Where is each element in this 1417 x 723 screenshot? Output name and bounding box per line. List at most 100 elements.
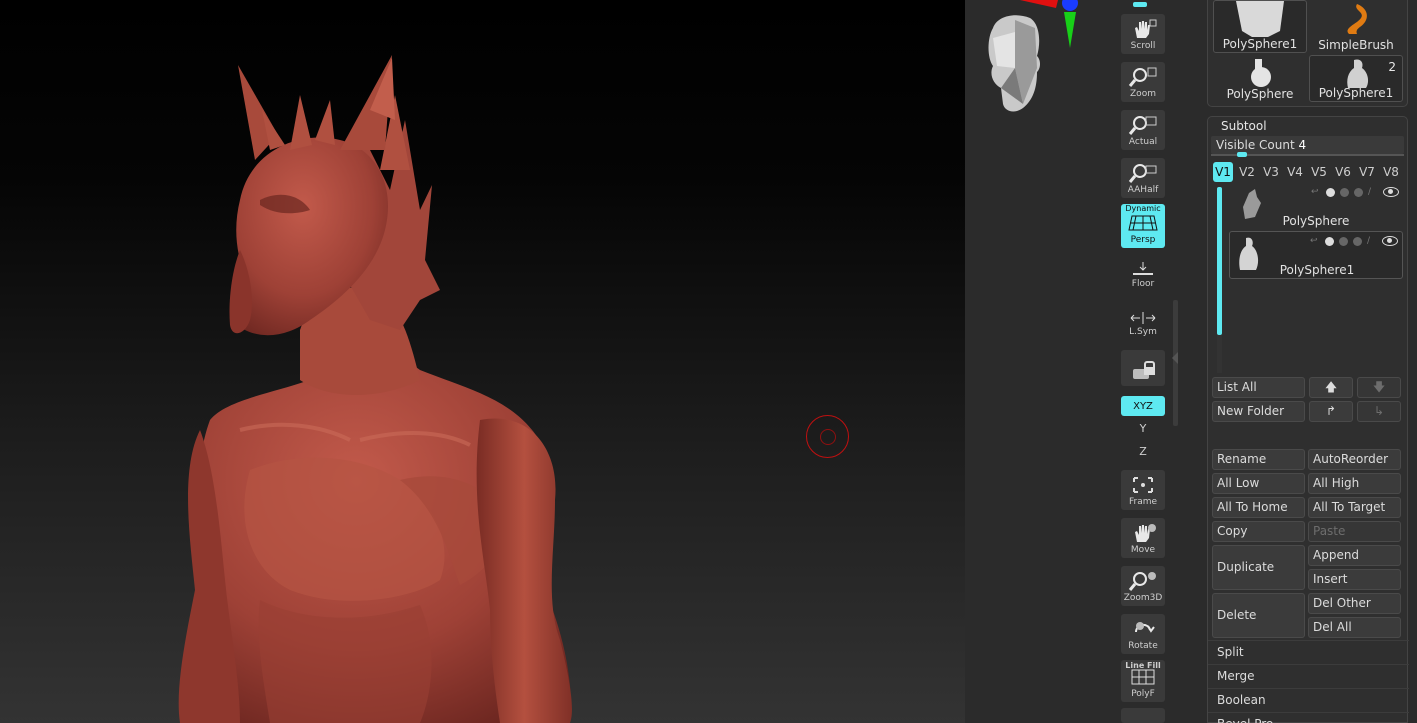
tab-v7[interactable]: V7 <box>1357 162 1377 182</box>
brush-toggle-icon[interactable]: ∕ <box>1367 236 1377 246</box>
transp-button[interactable] <box>1121 708 1165 723</box>
rotate-z-button[interactable]: Z <box>1131 445 1155 463</box>
persp-button[interactable]: Dynamic Persp <box>1121 204 1165 248</box>
tool-thumb-simplebrush[interactable]: SimpleBrush <box>1309 0 1403 53</box>
tab-v1[interactable]: V1 <box>1213 162 1233 182</box>
polyf-label: PolyF <box>1131 689 1155 699</box>
visible-count-value: 4 <box>1298 138 1307 152</box>
tool-thumb-polysphere[interactable]: PolySphere <box>1213 55 1307 102</box>
lsym-button[interactable]: L.Sym <box>1121 300 1165 340</box>
del-other-button[interactable]: Del Other <box>1308 593 1401 614</box>
move-button[interactable]: Move <box>1121 518 1165 558</box>
subtool-item-polysphere1[interactable]: ↩ ∕ PolySphere1 <box>1229 231 1403 279</box>
arrow-down-icon: 🡇 <box>1372 380 1386 394</box>
subtool-list-scrollbar[interactable] <box>1217 187 1222 335</box>
aahalf-button[interactable]: AAHalf <box>1121 158 1165 198</box>
tab-v8[interactable]: V8 <box>1381 162 1401 182</box>
copy-button[interactable]: Copy <box>1212 521 1305 542</box>
floor-button[interactable]: Floor <box>1121 252 1165 292</box>
magnifier-actual-icon <box>1128 116 1157 135</box>
tab-v3[interactable]: V3 <box>1261 162 1281 182</box>
magnifier-3d-icon <box>1128 572 1156 591</box>
rotate-icon <box>1135 622 1155 633</box>
zoom-button[interactable]: Zoom <box>1121 62 1165 102</box>
split-menu[interactable]: Split <box>1208 640 1409 664</box>
merge-menu[interactable]: Merge <box>1208 664 1409 688</box>
axis-gizmo-icon[interactable] <box>1018 0 1088 52</box>
boolean-menu[interactable]: Boolean <box>1208 688 1409 712</box>
move-up-button[interactable]: 🡅 <box>1309 377 1353 398</box>
rotate-label: Rotate <box>1128 641 1158 651</box>
subtool-item-name: PolySphere <box>1282 214 1350 228</box>
rotate-z-label: Z <box>1139 445 1147 458</box>
actual-button[interactable]: Actual <box>1121 110 1165 150</box>
rotate-y-label: Y <box>1139 422 1147 435</box>
move-down-button[interactable]: 🡇 <box>1357 377 1401 398</box>
duplicate-button[interactable]: Duplicate <box>1212 545 1305 590</box>
tab-v2[interactable]: V2 <box>1237 162 1257 182</box>
all-to-target-button[interactable]: All To Target <box>1308 497 1401 518</box>
polypaint-toggle-icon[interactable] <box>1325 236 1334 246</box>
perspective-grid-icon <box>1128 215 1158 231</box>
arrow-back-button[interactable]: ↳ <box>1357 401 1401 422</box>
mask-toggle-icon[interactable] <box>1339 236 1348 246</box>
viewport-canvas[interactable] <box>0 0 965 723</box>
zoom-label: Zoom <box>1130 89 1156 99</box>
all-high-button[interactable]: All High <box>1308 473 1401 494</box>
tab-v6[interactable]: V6 <box>1333 162 1353 182</box>
tab-v5[interactable]: V5 <box>1309 162 1329 182</box>
subtool-title[interactable]: Subtool <box>1221 119 1267 133</box>
insert-button[interactable]: Insert <box>1308 569 1401 590</box>
frame-icon <box>1133 477 1153 493</box>
xyz-rotate-button[interactable]: XYZ <box>1121 396 1165 416</box>
thumb-count-badge: 2 <box>1388 60 1396 74</box>
delete-button[interactable]: Delete <box>1212 593 1305 638</box>
visibility-eye-icon[interactable] <box>1382 236 1398 246</box>
polysphere-thumb-icon <box>1251 59 1271 87</box>
subtool-item-polysphere[interactable]: ↩ ∕ PolySphere <box>1229 183 1403 229</box>
xyz-label: XYZ <box>1133 400 1153 412</box>
mask-toggle-icon[interactable] <box>1340 187 1349 197</box>
polypaint-toggle-icon[interactable] <box>1326 187 1335 197</box>
visible-count-handle[interactable] <box>1237 152 1247 157</box>
subtool-list-scroll-rest <box>1217 335 1222 373</box>
folder-arrow-icon[interactable]: ↩ <box>1311 187 1321 197</box>
visible-count-track[interactable] <box>1211 152 1404 157</box>
tool-thumb-polysphere1[interactable]: PolySphere1 <box>1213 0 1307 53</box>
camera-lock-icon <box>1133 361 1155 379</box>
tool-thumb-polysphere1-active[interactable]: 2 PolySphere1 <box>1309 55 1403 102</box>
frame-button[interactable]: Frame <box>1121 470 1165 510</box>
visibility-eye-icon[interactable] <box>1383 187 1399 197</box>
rename-button[interactable]: Rename <box>1212 449 1305 470</box>
paste-button[interactable]: Paste <box>1308 521 1401 542</box>
lsym-label: L.Sym <box>1129 327 1157 337</box>
list-all-button[interactable]: List All <box>1212 377 1305 398</box>
tab-v4[interactable]: V4 <box>1285 162 1305 182</box>
rotate-y-button[interactable]: Y <box>1131 422 1155 440</box>
scroll-button[interactable]: Scroll <box>1121 14 1165 54</box>
zoom3d-button[interactable]: Zoom3D <box>1121 566 1165 606</box>
frame-label: Frame <box>1128 497 1158 507</box>
folder-arrow-icon[interactable]: ↩ <box>1310 236 1320 246</box>
all-to-home-button[interactable]: All To Home <box>1212 497 1305 518</box>
brush-toggle-icon[interactable]: ∕ <box>1368 187 1378 197</box>
lock-camera-button[interactable] <box>1121 350 1165 386</box>
dynamic-toggle-icon[interactable] <box>1353 236 1362 246</box>
polyf-button[interactable]: Line Fill PolyF <box>1121 660 1165 702</box>
hand-move-icon <box>1135 524 1156 542</box>
scroll-label: Scroll <box>1130 41 1156 51</box>
all-low-button[interactable]: All Low <box>1212 473 1305 494</box>
right-shelf-toolbar: Scroll Zoom Actual AAHalf Dynamic Persp … <box>1117 0 1169 723</box>
floor-icon <box>1133 262 1153 275</box>
rotate-button[interactable]: Rotate <box>1121 614 1165 654</box>
bevel-pro-menu[interactable]: Bevel Pro <box>1208 712 1409 723</box>
magnifier-aahalf-icon <box>1128 164 1157 183</box>
new-folder-button[interactable]: New Folder <box>1212 401 1305 422</box>
dynamic-toggle-icon[interactable] <box>1354 187 1363 197</box>
collapse-arrow-icon[interactable] <box>1172 352 1178 364</box>
arrow-forward-button[interactable]: ↱ <box>1309 401 1353 422</box>
thumb-label: PolySphere <box>1226 87 1294 101</box>
del-all-button[interactable]: Del All <box>1308 617 1401 638</box>
append-button[interactable]: Append <box>1308 545 1401 566</box>
autoreorder-button[interactable]: AutoReorder <box>1308 449 1401 470</box>
